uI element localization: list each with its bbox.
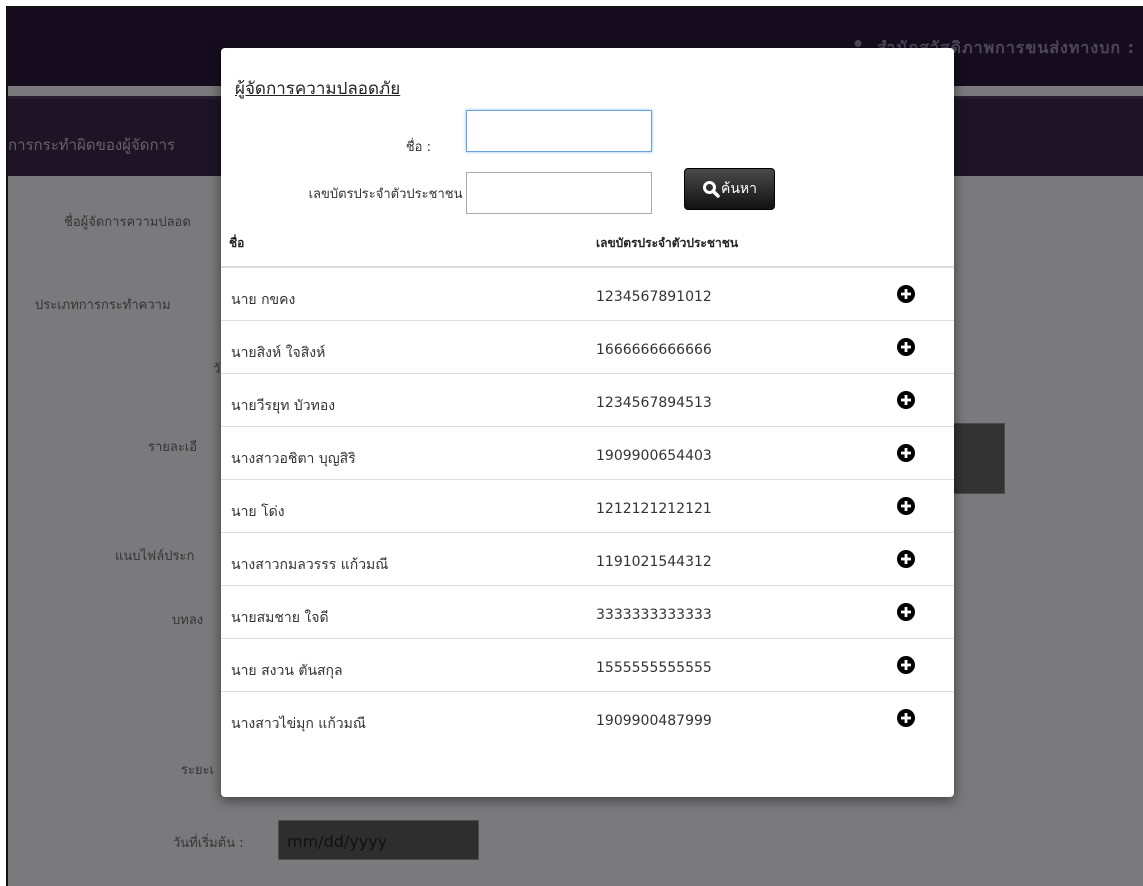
row-name: นาย กขคง [231,292,296,308]
row-name: นายสมชาย ใจดี [231,610,329,626]
plus-circle-icon[interactable] [897,550,915,568]
table-body: นาย กขคง 1234567891012 นายสิงห์ ใจสิงห์ 166… [221,268,954,745]
plus-circle-icon[interactable] [897,709,915,727]
row-id-card: 1234567894513 [596,395,712,411]
id-card-input[interactable] [466,172,652,214]
table-row: นายวีรยุท บัวทอง 1234567894513 [221,374,954,427]
row-name: นาย สงวน ตันสกุล [231,663,343,679]
table-row: นาย โด่ง 1212121212121 [221,480,954,533]
plus-circle-icon[interactable] [897,391,915,409]
table-row: นายสมชาย ใจดี 3333333333333 [221,586,954,639]
column-header-id-card: เลขบัตรประจำตัวประชาชน [596,236,739,250]
search-icon [702,181,720,198]
row-id-card: 1234567891012 [596,289,712,305]
search-button-label: ค้นหา [720,181,758,197]
plus-circle-icon[interactable] [897,603,915,621]
name-label: ชื่อ : [405,140,431,155]
plus-circle-icon[interactable] [897,656,915,674]
row-name: นาย โด่ง [231,504,285,520]
plus-circle-icon[interactable] [897,338,915,356]
row-id-card: 1666666666666 [596,342,712,358]
row-name: นางสาวอชิตา บุญสิริ [231,451,356,467]
row-id-card: 1909900654403 [596,448,712,464]
table-row: นางสาวไข่มุก แก้วมณี 1909900487999 [221,692,954,745]
column-header-name: ชื่อ [229,236,245,250]
row-id-card: 1909900487999 [596,713,712,729]
table-header: ชื่อ เลขบัตรประจำตัวประชาชน [221,218,954,268]
row-id-card: 1555555555555 [596,660,712,676]
row-name: นางสาวไข่มุก แก้วมณี [231,716,366,732]
modal-title: ผู้จัดการความปลอดภัย [235,79,401,99]
row-id-card: 3333333333333 [596,607,712,623]
table-row: นาย กขคง 1234567891012 [221,268,954,321]
name-input[interactable] [466,110,652,152]
table-row: นายสิงห์ ใจสิงห์ 1666666666666 [221,321,954,374]
plus-circle-icon[interactable] [897,497,915,515]
table-row: นางสาวอชิตา บุญสิริ 1909900654403 [221,427,954,480]
row-name: นายวีรยุท บัวทอง [231,398,336,414]
plus-circle-icon[interactable] [897,444,915,462]
plus-circle-icon[interactable] [897,285,915,303]
id-card-label: เลขบัตรประจำตัวประชาชน : [308,187,471,202]
search-button[interactable]: ค้นหา [684,168,775,210]
row-name: นางสาวกมลวรรร แก้วมณี [231,557,389,573]
manager-search-modal: ผู้จัดการความปลอดภัย ชื่อ : เลขบัตรประจำ… [221,48,954,797]
row-id-card: 1212121212121 [596,501,712,517]
manager-table: ชื่อ เลขบัตรประจำตัวประชาชน นาย กขคง 1234… [221,218,954,745]
table-row: นางสาวกมลวรรร แก้วมณี 1191021544312 [221,533,954,586]
table-row: นาย สงวน ตันสกุล 1555555555555 [221,639,954,692]
row-id-card: 1191021544312 [596,554,712,570]
row-name: นายสิงห์ ใจสิงห์ [231,345,326,361]
